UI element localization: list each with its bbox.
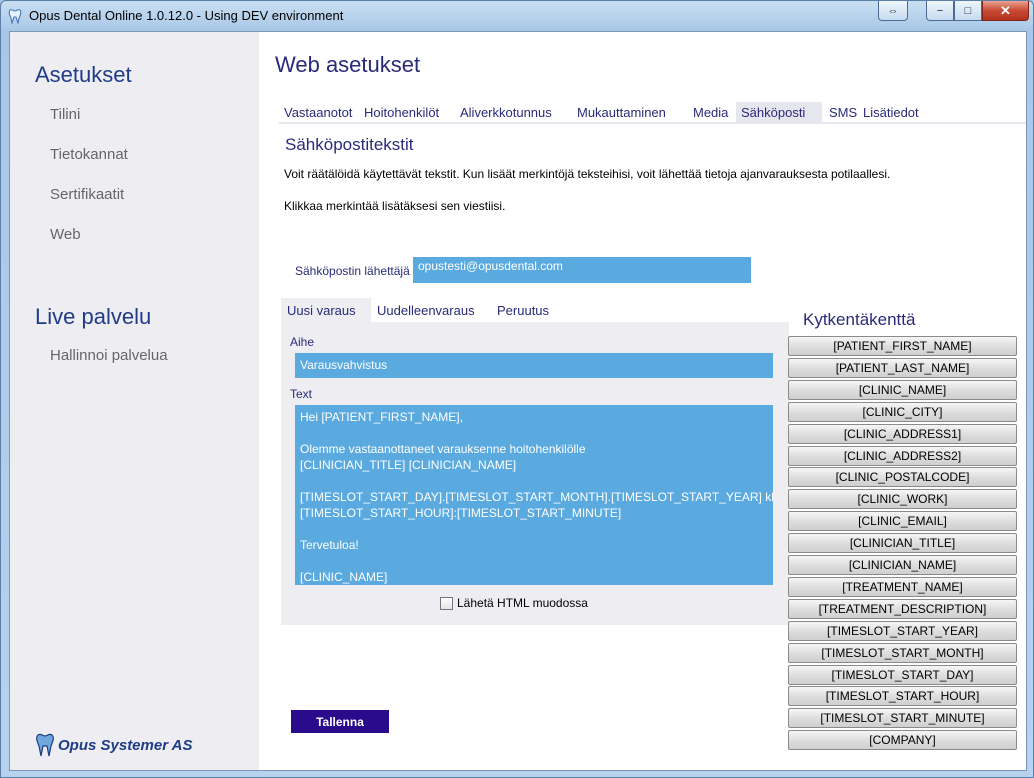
instruction-text: Klikkaa merkintää lisätäksesi sen viesti… — [284, 199, 506, 213]
merge-field-button[interactable]: [CLINIC_POSTALCODE] — [788, 467, 1017, 488]
merge-field-button[interactable]: [TREATMENT_DESCRIPTION] — [788, 598, 1017, 619]
merge-field-button[interactable]: [PATIENT_FIRST_NAME] — [788, 336, 1017, 356]
tab-clinicians[interactable]: Hoitohenkilöt — [359, 102, 444, 124]
tab-email[interactable]: Sähköposti — [736, 102, 822, 124]
subject-label: Aihe — [290, 335, 315, 349]
settings-tabs: Vastaanotot Hoitohenkilöt Aliverkkotunnu… — [279, 102, 1026, 124]
sender-email-input[interactable]: opustesti@opusdental.com — [413, 257, 751, 283]
merge-field-button[interactable]: [CLINIC_ADDRESS2] — [788, 445, 1017, 466]
tab-additional-info[interactable]: Lisätiedot — [858, 102, 924, 124]
title-bar[interactable]: Opus Dental Online 1.0.12.0 - Using DEV … — [1, 1, 1033, 31]
html-format-checkbox[interactable] — [440, 596, 453, 610]
sidebar-item-account[interactable]: Tilini — [50, 106, 80, 123]
subtab-new-booking[interactable]: Uusi varaus — [281, 298, 371, 322]
merge-field-button[interactable]: [COMPANY] — [788, 730, 1017, 751]
minimize-button[interactable]: − — [926, 1, 954, 21]
merge-field-button[interactable]: [PATIENT_LAST_NAME] — [788, 357, 1017, 378]
app-window: Opus Dental Online 1.0.12.0 - Using DEV … — [0, 0, 1034, 778]
client-area: Asetukset Tilini Tietokannat Sertifikaat… — [9, 31, 1027, 771]
subject-input[interactable]: Varausvahvistus — [295, 353, 773, 378]
company-logo: Opus Systemer AS — [34, 732, 193, 758]
merge-field-button[interactable]: [CLINICIAN_NAME] — [788, 555, 1017, 575]
sidebar-item-databases[interactable]: Tietokannat — [50, 146, 128, 163]
close-button[interactable]: ✕ — [982, 1, 1029, 21]
description-text: Voit räätälöidä käytettävät tekstit. Kun… — [284, 167, 891, 181]
sidebar-heading-settings: Asetukset — [35, 62, 132, 87]
maximize-button[interactable]: □ — [954, 1, 982, 21]
sidebar-item-web[interactable]: Web — [50, 226, 81, 243]
merge-field-button[interactable]: [CLINIC_ADDRESS1] — [788, 423, 1017, 444]
merge-field-button[interactable]: [CLINIC_WORK] — [788, 489, 1017, 510]
page-title: Web asetukset — [275, 52, 421, 77]
sidebar-item-manage-service[interactable]: Hallinnoi palvelua — [50, 347, 168, 364]
window-title: Opus Dental Online 1.0.12.0 - Using DEV … — [29, 8, 344, 23]
tab-media[interactable]: Media — [688, 102, 733, 124]
merge-field-button[interactable]: [CLINICIAN_TITLE] — [788, 533, 1017, 554]
resize-arrows-button[interactable]: ⇔ — [878, 1, 908, 21]
merge-field-button[interactable]: [CLINIC_CITY] — [788, 401, 1017, 422]
merge-field-button[interactable]: [CLINIC_NAME] — [788, 379, 1017, 400]
message-body-textarea[interactable]: Hei [PATIENT_FIRST_NAME], Olemme vastaan… — [295, 405, 773, 585]
tab-subdomain[interactable]: Aliverkkotunnus — [455, 102, 557, 124]
merge-field-button[interactable]: [TREATMENT_NAME] — [788, 576, 1017, 597]
merge-field-button[interactable]: [TIMESLOT_START_DAY] — [788, 664, 1017, 685]
section-title: Sähköpostitekstit — [285, 135, 414, 154]
merge-field-button[interactable]: [TIMESLOT_START_MINUTE] — [788, 708, 1017, 729]
merge-field-button[interactable]: [TIMESLOT_START_MONTH] — [788, 642, 1017, 663]
merge-field-button[interactable]: [CLINIC_EMAIL] — [788, 511, 1017, 532]
tab-customization[interactable]: Mukauttaminen — [572, 102, 671, 124]
tooth-logo-icon — [36, 733, 54, 757]
text-label: Text — [290, 387, 313, 401]
merge-fields-title: Kytkentäkenttä — [803, 310, 916, 329]
main-content: Web asetukset Vastaanotot Hoitohenkilöt … — [259, 32, 1026, 770]
tooth-icon — [8, 9, 22, 24]
subtab-cancellation[interactable]: Peruutus — [491, 298, 555, 322]
tab-sms[interactable]: SMS — [824, 102, 862, 124]
message-type-tabs: Uusi varaus Uudelleenvaraus Peruutus — [281, 298, 789, 322]
save-button[interactable]: Tallenna — [291, 710, 389, 733]
merge-field-button[interactable]: [TIMESLOT_START_HOUR] — [788, 686, 1017, 707]
sender-label: Sähköpostin lähettäjä — [295, 264, 410, 278]
sidebar: Asetukset Tilini Tietokannat Sertifikaat… — [10, 32, 259, 770]
html-format-option[interactable]: Lähetä HTML muodossa — [440, 596, 588, 610]
html-format-label: Lähetä HTML muodossa — [457, 596, 588, 610]
tab-appointments[interactable]: Vastaanotot — [279, 102, 357, 124]
logo-text: Opus Systemer AS — [58, 736, 193, 754]
subtab-rebooking[interactable]: Uudelleenvaraus — [371, 298, 481, 322]
email-editor-panel: Aihe Varausvahvistus Text Hei [PATIENT_F… — [281, 322, 789, 625]
sidebar-heading-live-service: Live palvelu — [35, 304, 152, 329]
merge-field-button[interactable]: [TIMESLOT_START_YEAR] — [788, 620, 1017, 641]
sidebar-item-certificates[interactable]: Sertifikaatit — [50, 186, 124, 203]
